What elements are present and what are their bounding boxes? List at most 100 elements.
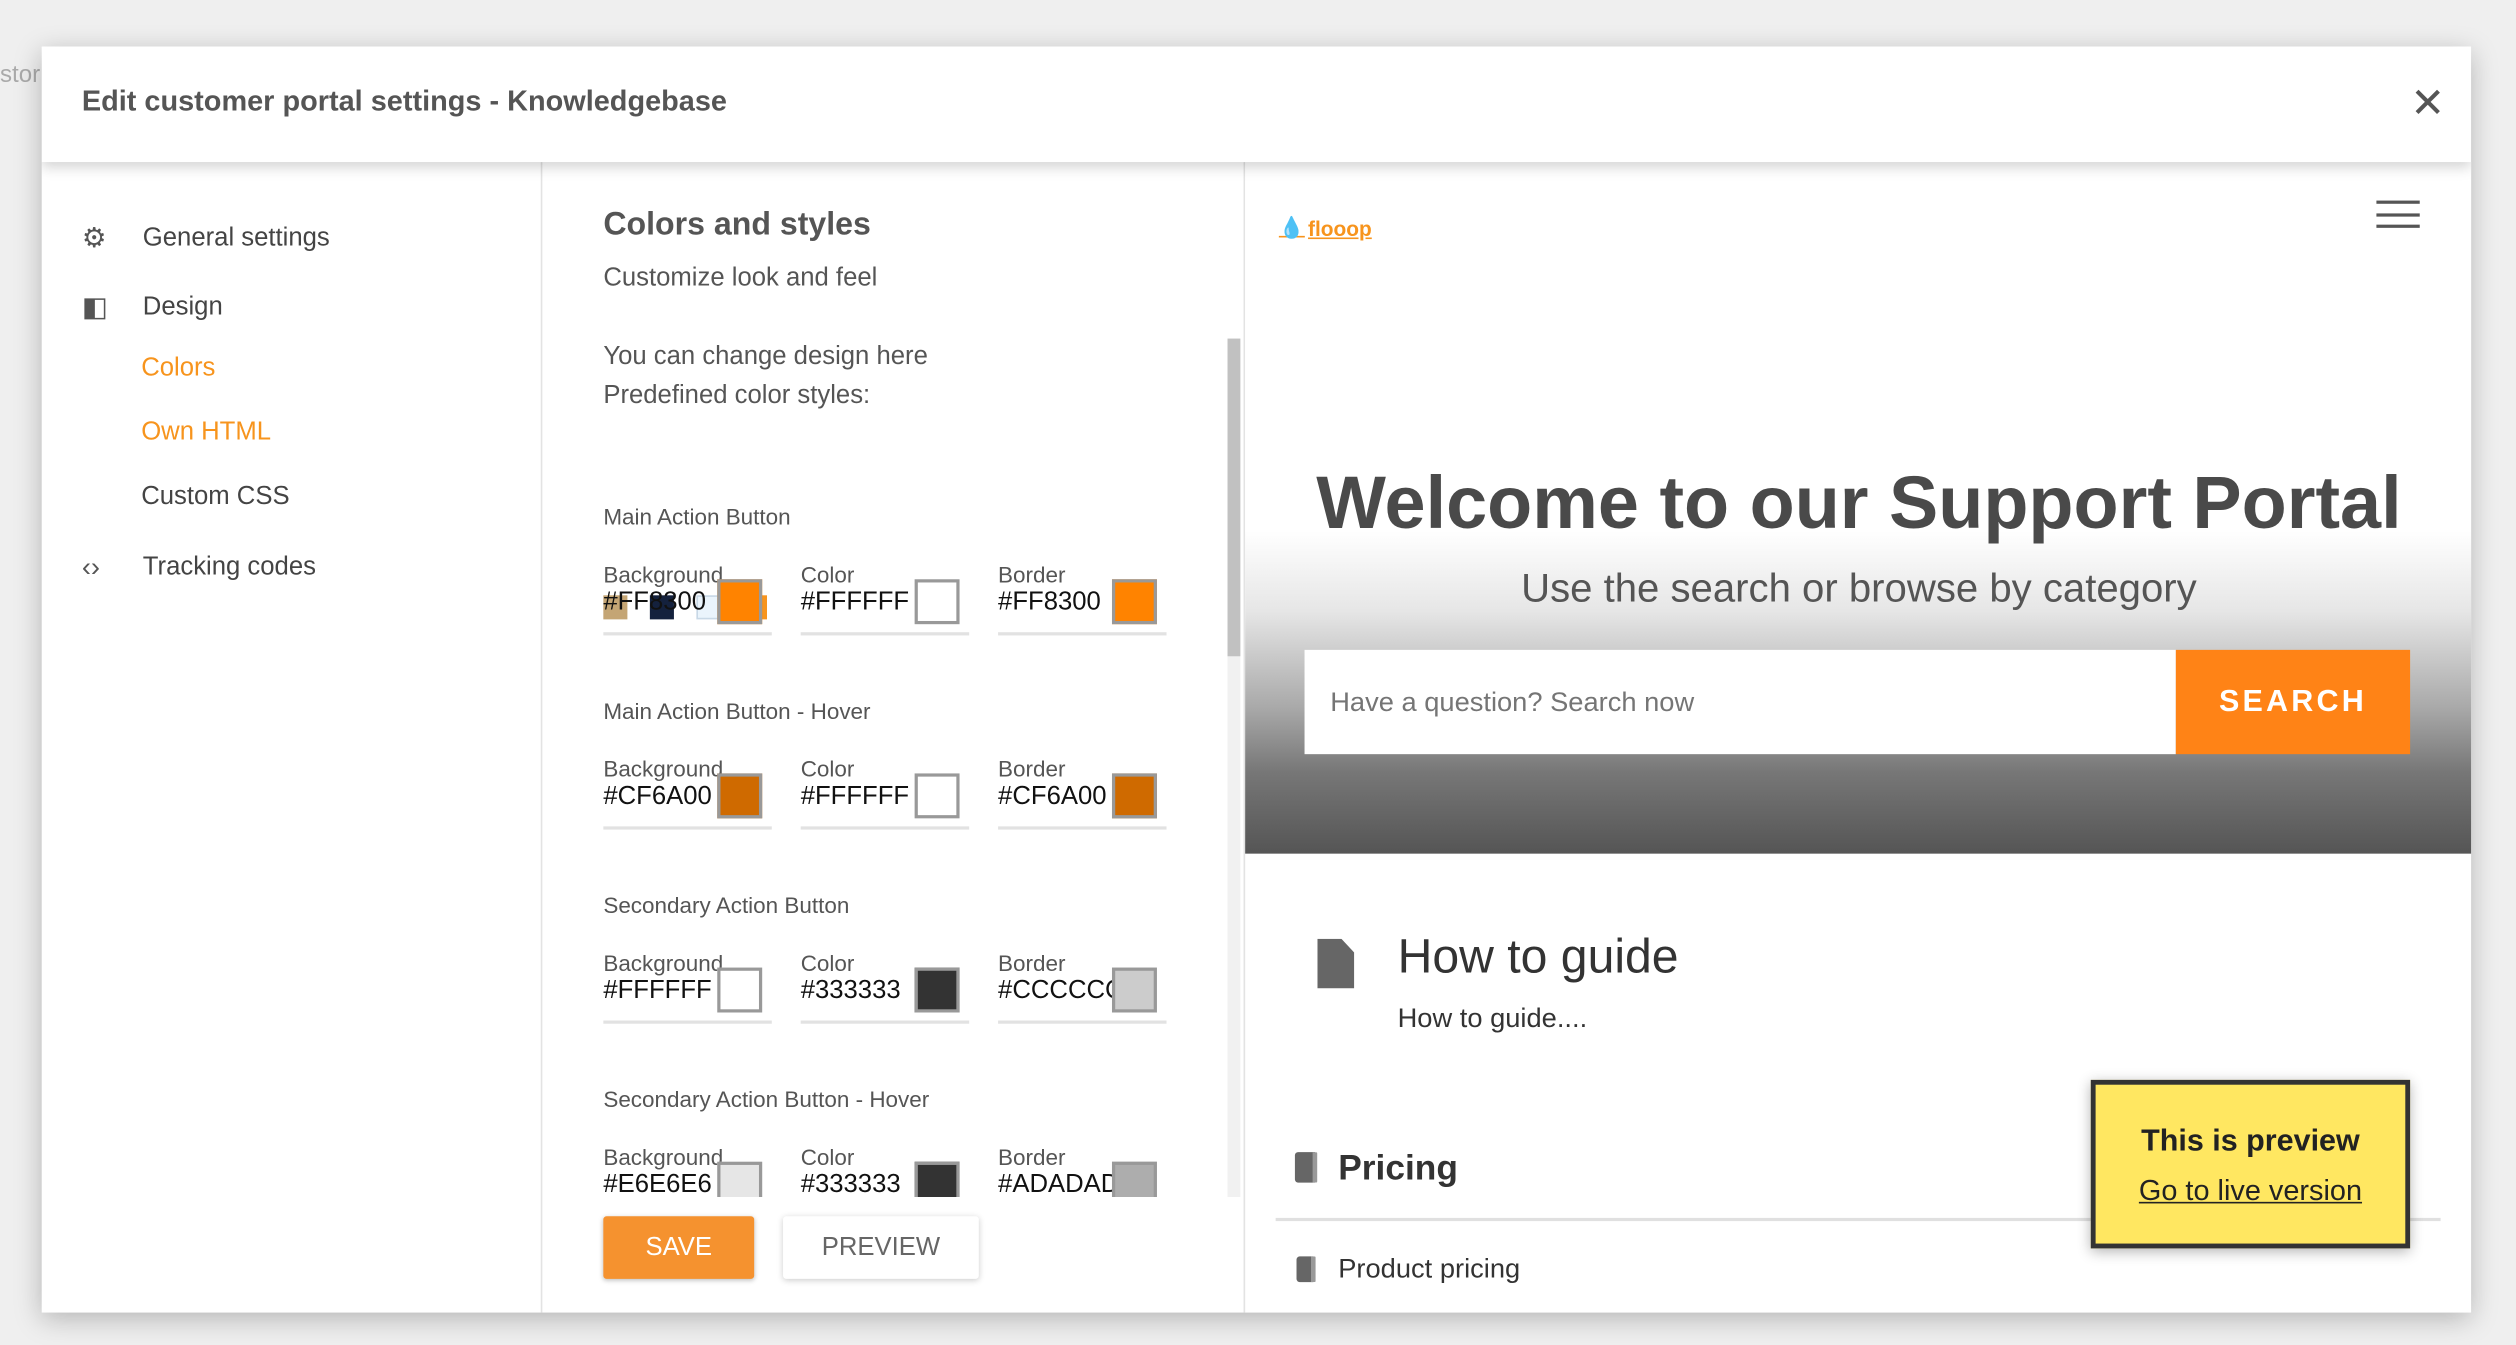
color-swatch[interactable] bbox=[1111, 967, 1157, 1013]
color-swatch[interactable] bbox=[717, 579, 763, 625]
portal-preview: Welcome to our Support Portal Use the se… bbox=[1243, 162, 2472, 1313]
modal-header: Edit customer portal settings - Knowledg… bbox=[41, 46, 2472, 163]
search-button[interactable]: SEARCH bbox=[2175, 649, 2411, 755]
settings-nav: ⚙ General settings ◧ Design Colors Own H… bbox=[42, 162, 543, 1313]
color-value-input[interactable]: #ADADAD bbox=[998, 1171, 1114, 1197]
color-swatch[interactable] bbox=[717, 967, 763, 1013]
nav-design[interactable]: ◧ Design bbox=[82, 292, 223, 324]
field-label: Background bbox=[603, 1144, 724, 1170]
color-value-input[interactable]: #FF8300 bbox=[603, 589, 719, 618]
book-icon bbox=[1294, 1152, 1318, 1183]
nav-general-settings[interactable]: ⚙ General settings bbox=[82, 223, 330, 255]
section-title: Main Action Button bbox=[603, 503, 791, 530]
section-pricing[interactable]: Pricing bbox=[1338, 1147, 1458, 1189]
gear-icon: ⚙ bbox=[81, 223, 107, 254]
color-value-input[interactable]: #333333 bbox=[801, 1171, 917, 1197]
nav-own-html[interactable]: Own HTML bbox=[141, 419, 271, 448]
intro-text: You can change design here bbox=[603, 343, 928, 371]
preview-button[interactable]: PREVIEW bbox=[783, 1216, 979, 1279]
field-label: Border bbox=[998, 561, 1066, 588]
color-field[interactable]: Background #CF6A00 bbox=[603, 755, 772, 830]
colors-panel: Colors and styles Customize look and fee… bbox=[544, 162, 1244, 1312]
color-swatch[interactable] bbox=[1111, 579, 1157, 625]
nav-label: Design bbox=[142, 293, 223, 321]
search-input[interactable] bbox=[1304, 649, 2176, 755]
preview-notice: This is preview Go to live version bbox=[2090, 1079, 2411, 1249]
nav-tracking-codes[interactable]: ‹› Tracking codes bbox=[82, 552, 316, 584]
modal-title: Edit customer portal settings - Knowledg… bbox=[81, 85, 728, 118]
document-icon bbox=[1317, 938, 1355, 989]
color-value-input[interactable]: #CF6A00 bbox=[603, 783, 719, 812]
field-label: Color bbox=[800, 949, 855, 976]
hero-title: Welcome to our Support Portal bbox=[1316, 460, 2402, 544]
field-label: Border bbox=[998, 1144, 1066, 1170]
field-label: Background bbox=[603, 561, 724, 588]
drop-icon: 💧 bbox=[1278, 215, 1305, 240]
color-value-input[interactable]: #FFFFFF bbox=[801, 783, 917, 812]
panel-title: Colors and styles bbox=[603, 206, 871, 243]
color-swatch[interactable] bbox=[717, 1161, 763, 1198]
color-section: Secondary Action Button - Hover Backgrou… bbox=[603, 1086, 1181, 1198]
field-label: Background bbox=[603, 949, 724, 976]
section-title: Secondary Action Button - Hover bbox=[603, 1086, 930, 1112]
section-title: Secondary Action Button bbox=[603, 892, 850, 918]
color-section: Main Action Button Background #FF8300 Co… bbox=[603, 504, 1181, 648]
color-field[interactable]: Color #FFFFFF bbox=[800, 561, 970, 636]
article-product-pricing[interactable]: Product pricing bbox=[1338, 1253, 1520, 1285]
category-title[interactable]: How to guide bbox=[1398, 931, 1679, 986]
color-swatch[interactable] bbox=[717, 773, 763, 819]
color-value-input[interactable]: #FFFFFF bbox=[603, 977, 719, 1006]
close-icon[interactable]: ✕ bbox=[2410, 79, 2445, 127]
color-field[interactable]: Color #333333 bbox=[800, 1144, 969, 1198]
code-icon: ‹› bbox=[81, 551, 101, 583]
color-value-input[interactable]: #FFFFFF bbox=[801, 589, 917, 618]
color-value-input[interactable]: #333333 bbox=[801, 977, 917, 1006]
section-title: Main Action Button - Hover bbox=[603, 698, 871, 724]
nav-colors[interactable]: Colors bbox=[141, 355, 215, 384]
background-text: stor bbox=[0, 60, 41, 89]
panel-subtitle: Customize look and feel bbox=[603, 264, 878, 293]
book-icon bbox=[1296, 1256, 1316, 1283]
preview-notice-title: This is preview bbox=[2141, 1124, 2360, 1159]
scrollbar[interactable] bbox=[1227, 338, 1241, 1198]
color-swatch[interactable] bbox=[914, 773, 960, 819]
nav-custom-css[interactable]: Custom CSS bbox=[141, 483, 289, 512]
color-field[interactable]: Border #CCCCCC bbox=[998, 949, 1167, 1024]
predefined-label: Predefined color styles: bbox=[603, 381, 871, 410]
field-label: Color bbox=[800, 1144, 855, 1170]
logo-text: flooop bbox=[1308, 215, 1372, 240]
color-value-input[interactable]: #E6E6E6 bbox=[603, 1171, 719, 1197]
color-swatch[interactable] bbox=[914, 1161, 960, 1198]
settings-modal: Edit customer portal settings - Knowledg… bbox=[41, 46, 2472, 1313]
color-field[interactable]: Border #FF8300 bbox=[998, 561, 1167, 636]
color-swatch[interactable] bbox=[914, 967, 960, 1013]
go-live-link[interactable]: Go to live version bbox=[2096, 1175, 2406, 1209]
color-value-input[interactable]: #CCCCCC bbox=[998, 977, 1114, 1006]
color-field[interactable]: Color #333333 bbox=[800, 949, 970, 1024]
color-field[interactable]: Background #E6E6E6 bbox=[603, 1144, 771, 1198]
nav-label: Tracking codes bbox=[142, 553, 316, 581]
settings-scroll-area: You can change design here Predefined co… bbox=[544, 323, 1244, 1198]
field-label: Background bbox=[603, 755, 724, 782]
color-section: Main Action Button - Hover Background #C… bbox=[603, 698, 1181, 842]
field-label: Color bbox=[800, 561, 855, 588]
scrollbar-thumb[interactable] bbox=[1227, 338, 1241, 657]
field-label: Border bbox=[998, 755, 1066, 782]
menu-icon[interactable] bbox=[2376, 200, 2420, 228]
hero-subtitle: Use the search or browse by category bbox=[1521, 566, 2197, 612]
color-section: Secondary Action Button Background #FFFF… bbox=[603, 892, 1181, 1036]
color-field[interactable]: Color #FFFFFF bbox=[800, 756, 970, 830]
color-field[interactable]: Background #FFFFFF bbox=[603, 949, 772, 1024]
color-swatch[interactable] bbox=[914, 579, 960, 625]
color-swatch[interactable] bbox=[1111, 773, 1157, 819]
color-value-input[interactable]: #CF6A00 bbox=[998, 783, 1114, 812]
color-value-input[interactable]: #FF8300 bbox=[998, 589, 1114, 618]
nav-label: General settings bbox=[142, 224, 330, 252]
field-label: Border bbox=[998, 949, 1066, 976]
logo[interactable]: 💧 flooop bbox=[1279, 215, 1372, 241]
color-field[interactable]: Border #ADADAD bbox=[998, 1144, 1166, 1198]
color-field[interactable]: Border #CF6A00 bbox=[998, 755, 1167, 830]
save-button[interactable]: SAVE bbox=[603, 1216, 755, 1279]
color-field[interactable]: Background #FF8300 bbox=[603, 561, 772, 636]
color-swatch[interactable] bbox=[1111, 1161, 1157, 1198]
